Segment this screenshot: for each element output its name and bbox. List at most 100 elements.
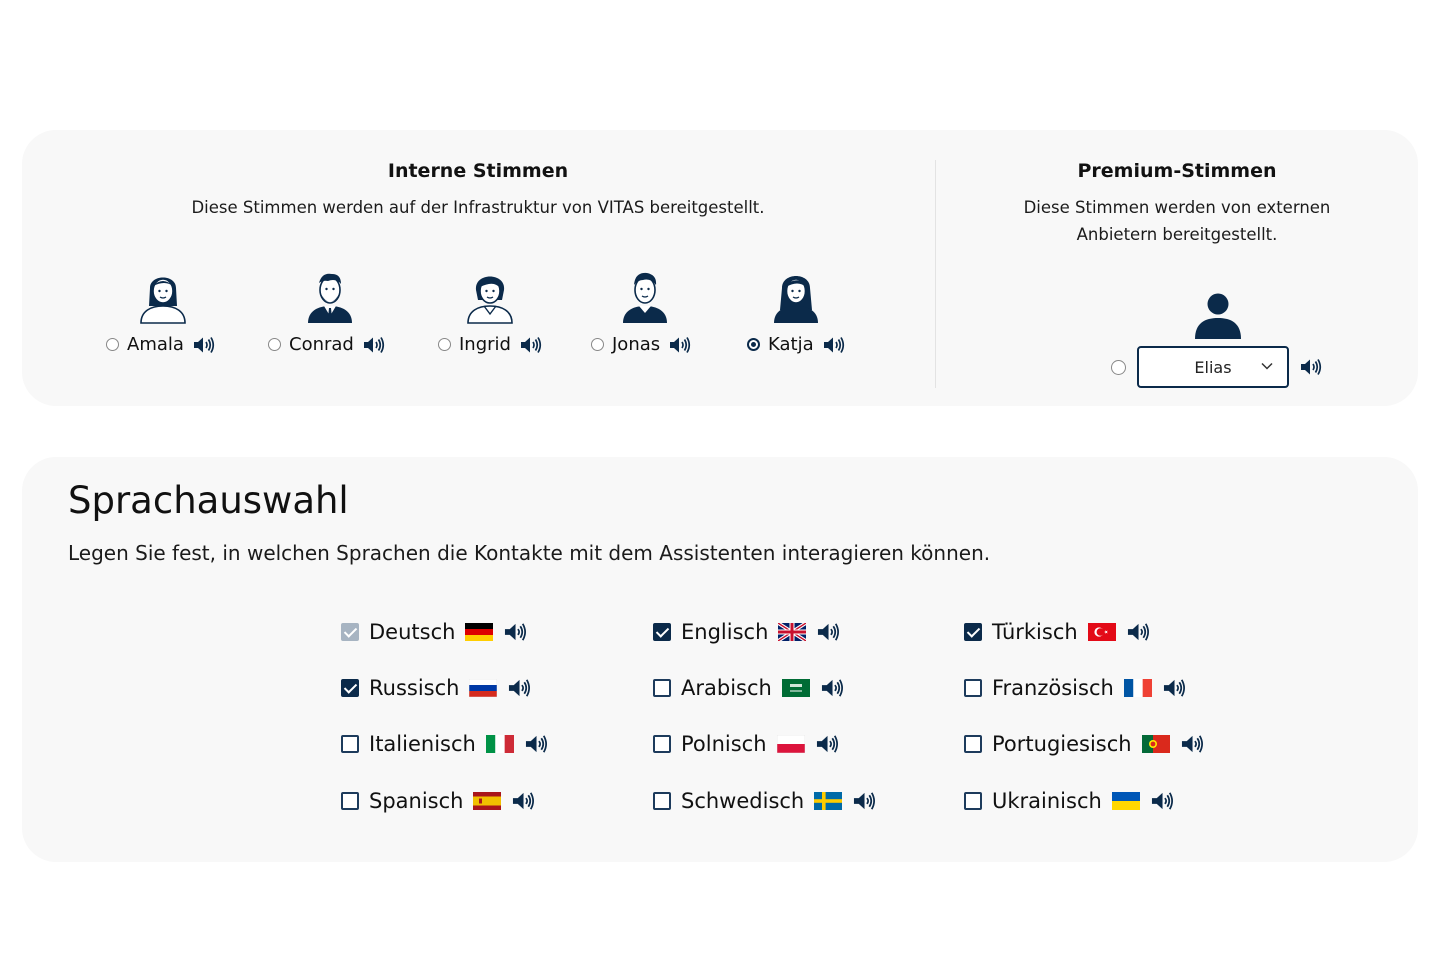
voice-label-katja: Katja xyxy=(768,334,814,355)
language-label-schwedisch: Schwedisch xyxy=(681,789,805,813)
language-label-arabisch: Arabisch xyxy=(681,676,772,700)
language-checkbox-tuerkisch[interactable] xyxy=(964,623,982,641)
language-card: Sprachauswahl Legen Sie fest, in welchen… xyxy=(22,457,1418,862)
speaker-icon[interactable] xyxy=(1181,734,1205,754)
language-option-polnisch[interactable]: Polnisch xyxy=(653,732,840,756)
language-option-ukrainisch[interactable]: Ukrainisch xyxy=(964,789,1175,813)
language-option-deutsch[interactable]: Deutsch xyxy=(341,620,528,644)
language-option-englisch[interactable]: Englisch xyxy=(653,620,841,644)
language-label-englisch: Englisch xyxy=(681,620,769,644)
internal-voices-subtitle: Diese Stimmen werden auf der Infrastrukt… xyxy=(191,198,765,217)
voice-option-conrad[interactable]: Conrad xyxy=(268,266,408,356)
speaker-icon[interactable] xyxy=(525,734,549,754)
voice-option-amala[interactable]: Amala xyxy=(106,266,246,356)
language-option-russisch[interactable]: Russisch xyxy=(341,676,532,700)
voice-row: Ingrid xyxy=(438,334,542,355)
voice-label-conrad: Conrad xyxy=(289,334,354,355)
premium-voice-select[interactable]: Elias xyxy=(1137,346,1289,388)
voice-radio-amala[interactable] xyxy=(106,338,119,351)
speaker-icon[interactable] xyxy=(821,678,845,698)
voice-row: Amala xyxy=(106,334,215,355)
language-checkbox-ukrainisch[interactable] xyxy=(964,792,982,810)
language-checkbox-portugiesisch[interactable] xyxy=(964,735,982,753)
language-option-arabisch[interactable]: Arabisch xyxy=(653,676,845,700)
language-checkbox-spanisch[interactable] xyxy=(341,792,359,810)
language-checkbox-polnisch[interactable] xyxy=(653,735,671,753)
flag-it-icon xyxy=(485,735,514,753)
speaker-icon[interactable] xyxy=(504,622,528,642)
language-checkbox-deutsch xyxy=(341,623,359,641)
flag-ua-icon xyxy=(1111,792,1140,810)
speaker-icon[interactable] xyxy=(853,791,877,811)
flag-se-icon xyxy=(814,792,843,810)
flag-de-icon xyxy=(465,623,494,641)
speaker-icon[interactable] xyxy=(363,336,385,354)
voice-label-jonas: Jonas xyxy=(612,334,661,355)
male-avatar-icon xyxy=(623,272,667,323)
speaker-icon[interactable] xyxy=(193,336,215,354)
speaker-icon[interactable] xyxy=(520,336,542,354)
speaker-icon[interactable] xyxy=(512,791,536,811)
language-label-tuerkisch: Türkisch xyxy=(992,620,1078,644)
voice-radio-conrad[interactable] xyxy=(268,338,281,351)
flag-sa-icon xyxy=(781,679,810,697)
speaker-icon[interactable] xyxy=(1127,622,1151,642)
voices-card: Interne Stimmen Diese Stimmen werden auf… xyxy=(22,130,1418,406)
speaker-icon[interactable] xyxy=(508,678,532,698)
language-checkbox-franzoesisch[interactable] xyxy=(964,679,982,697)
voice-row: Katja xyxy=(747,334,845,355)
language-option-schwedisch[interactable]: Schwedisch xyxy=(653,789,877,813)
voice-label-ingrid: Ingrid xyxy=(459,334,511,355)
language-label-franzoesisch: Französisch xyxy=(992,676,1114,700)
speaker-icon[interactable] xyxy=(816,734,840,754)
language-label-spanisch: Spanisch xyxy=(369,789,464,813)
male-avatar-icon xyxy=(308,273,352,323)
voice-radio-ingrid[interactable] xyxy=(438,338,451,351)
voice-row: Conrad xyxy=(268,334,385,355)
language-label-italienisch: Italienisch xyxy=(369,732,476,756)
voice-option-jonas[interactable]: Jonas xyxy=(591,266,731,356)
voice-radio-katja[interactable] xyxy=(747,338,760,351)
chevron-down-icon xyxy=(1261,362,1273,370)
speaker-icon[interactable] xyxy=(1163,678,1187,698)
language-option-portugiesisch[interactable]: Portugiesisch xyxy=(964,732,1205,756)
flag-pt-icon xyxy=(1141,735,1170,753)
speaker-icon[interactable] xyxy=(1300,358,1322,376)
language-checkbox-italienisch[interactable] xyxy=(341,735,359,753)
voice-option-katja[interactable]: Katja xyxy=(747,266,887,356)
language-checkbox-russisch[interactable] xyxy=(341,679,359,697)
premium-voices-section: Premium-Stimmen Diese Stimmen werden von… xyxy=(936,130,1418,406)
voice-row: Jonas xyxy=(591,334,691,355)
premium-voices-title: Premium-Stimmen xyxy=(1077,160,1277,182)
speaker-icon[interactable] xyxy=(823,336,845,354)
language-option-tuerkisch[interactable]: Türkisch xyxy=(964,620,1151,644)
language-checkbox-schwedisch[interactable] xyxy=(653,792,671,810)
speaker-icon[interactable] xyxy=(669,336,691,354)
premium-voice-row: Elias xyxy=(1111,346,1322,388)
language-option-franzoesisch[interactable]: Französisch xyxy=(964,676,1187,700)
person-avatar-icon xyxy=(1195,293,1241,339)
voice-option-ingrid[interactable]: Ingrid xyxy=(438,266,578,356)
speaker-icon[interactable] xyxy=(817,622,841,642)
language-checkbox-englisch[interactable] xyxy=(653,623,671,641)
flag-tr-icon xyxy=(1087,623,1116,641)
internal-voices-title: Interne Stimmen xyxy=(387,160,569,182)
language-label-deutsch: Deutsch xyxy=(369,620,456,644)
premium-voice-radio[interactable] xyxy=(1111,359,1126,375)
female-avatar-icon xyxy=(467,276,513,324)
language-label-ukrainisch: Ukrainisch xyxy=(992,789,1102,813)
female-avatar-icon xyxy=(774,276,818,323)
language-option-italienisch[interactable]: Italienisch xyxy=(341,732,549,756)
language-option-spanisch[interactable]: Spanisch xyxy=(341,789,536,813)
flag-gb-icon xyxy=(778,623,807,641)
voice-label-amala: Amala xyxy=(127,334,184,355)
voice-radio-jonas[interactable] xyxy=(591,338,604,351)
flag-fr-icon xyxy=(1123,679,1152,697)
premium-voice-select-value: Elias xyxy=(1194,357,1232,377)
flag-ru-icon xyxy=(469,679,498,697)
language-checkbox-arabisch[interactable] xyxy=(653,679,671,697)
language-label-portugiesisch: Portugiesisch xyxy=(992,732,1132,756)
language-label-polnisch: Polnisch xyxy=(681,732,767,756)
speaker-icon[interactable] xyxy=(1151,791,1175,811)
flag-es-icon xyxy=(473,792,502,810)
